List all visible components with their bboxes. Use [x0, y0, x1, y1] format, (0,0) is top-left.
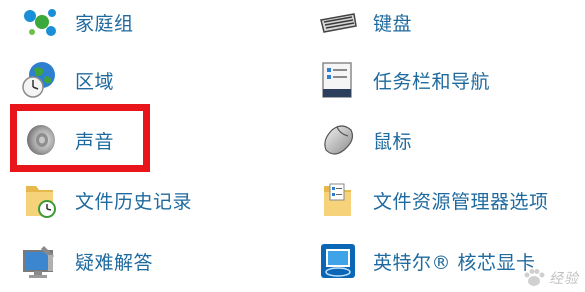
taskbar-navigation-label: 任务栏和导航 [373, 70, 491, 93]
file-history-icon [20, 180, 60, 220]
homegroup-label: 家庭组 [75, 12, 134, 35]
troubleshooting-icon [20, 241, 60, 281]
homegroup-icon [20, 2, 60, 42]
watermark: 经验 [523, 268, 579, 288]
taskbar-navigation-item[interactable]: 任务栏和导航 [318, 60, 490, 100]
region-item[interactable]: 区域 [20, 60, 114, 100]
mouse-label: 鼠标 [373, 130, 413, 153]
watermark-text: 经验 [549, 271, 579, 287]
mouse-item[interactable]: 鼠标 [318, 120, 412, 160]
troubleshooting-label: 疑难解答 [75, 251, 154, 274]
file-history-item[interactable]: 文件历史记录 [20, 180, 192, 220]
file-explorer-options-item[interactable]: 文件资源管理器选项 [318, 180, 549, 220]
intel-graphics-label: 英特尔® 核芯显卡 [373, 251, 536, 274]
sound-highlight-box [10, 104, 150, 172]
intel-graphics-item[interactable]: 英特尔® 核芯显卡 [318, 241, 536, 281]
keyboard-label: 键盘 [373, 12, 413, 35]
region-globe-clock-icon [20, 60, 60, 100]
homegroup-item[interactable]: 家庭组 [20, 2, 134, 42]
file-history-label: 文件历史记录 [75, 190, 193, 213]
keyboard-item[interactable]: 键盘 [318, 2, 412, 42]
taskbar-navigation-icon [318, 60, 358, 100]
troubleshooting-item[interactable]: 疑难解答 [20, 241, 153, 281]
keyboard-icon [318, 2, 358, 42]
intel-graphics-icon [318, 241, 358, 281]
file-explorer-options-icon [318, 180, 358, 220]
paw-logo-icon [523, 268, 545, 288]
region-label: 区域 [75, 70, 115, 93]
file-explorer-options-label: 文件资源管理器选项 [373, 190, 549, 213]
mouse-icon [318, 120, 358, 160]
